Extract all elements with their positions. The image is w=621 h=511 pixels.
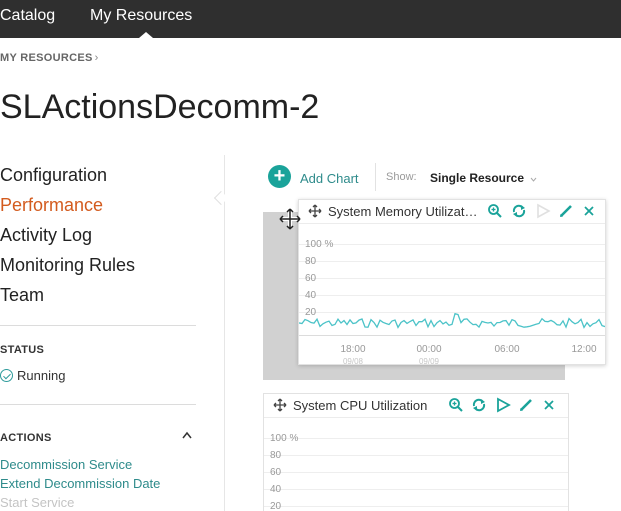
y-tick-label: 100 % — [270, 433, 299, 444]
y-tick-label: 60 — [270, 467, 282, 478]
play-icon[interactable] — [495, 397, 511, 413]
sidebar-item-activity-log[interactable]: Activity Log — [0, 220, 135, 250]
x-tick-label: 00:00 — [416, 344, 442, 355]
gridline — [264, 489, 568, 490]
sidebar-nav: Configuration Performance Activity Log M… — [0, 160, 135, 310]
status-badge: Running — [0, 368, 65, 383]
toolbar-divider — [375, 163, 376, 191]
gridline — [264, 506, 568, 507]
move-icon[interactable] — [308, 204, 322, 218]
y-tick-label: 80 — [305, 256, 317, 267]
x-tick-sublabel: 09/08 — [342, 357, 364, 366]
gridline — [299, 244, 605, 245]
gridline — [299, 295, 605, 296]
y-tick-label: 20 — [270, 501, 282, 511]
gridline — [264, 438, 568, 439]
chart-header: System Memory Utilization — [299, 200, 605, 224]
edit-icon[interactable] — [518, 397, 534, 413]
chart-title[interactable]: System CPU Utilization — [293, 398, 427, 413]
chart-panel-memory[interactable]: System Memory Utilization 100 % 80 60 40… — [298, 199, 606, 366]
show-select-value: Single Resource — [430, 171, 525, 185]
start-service-link: Start Service — [0, 495, 75, 510]
show-select[interactable]: Single Resource — [430, 171, 537, 185]
page-title: SLActionsDecomm-2 — [0, 88, 320, 126]
sidebar-item-monitoring-rules[interactable]: Monitoring Rules — [0, 250, 135, 280]
nav-catalog[interactable]: Catalog — [0, 7, 55, 25]
refresh-icon[interactable] — [511, 203, 527, 219]
x-tick-label: 18:00 — [340, 344, 366, 355]
actions-heading: ACTIONS — [0, 432, 52, 444]
plus-circle-icon: + — [268, 165, 291, 188]
y-tick-label: 40 — [270, 484, 282, 495]
play-icon[interactable] — [535, 203, 551, 219]
move-icon[interactable] — [273, 398, 287, 412]
check-circle-icon — [0, 369, 13, 382]
sidebar-item-configuration[interactable]: Configuration — [0, 160, 135, 190]
close-icon[interactable] — [581, 203, 597, 219]
x-tick-sublabel: 09/09 — [418, 357, 440, 366]
y-tick-label: 80 — [270, 450, 282, 461]
x-tick-label: 06:00 — [494, 344, 520, 355]
active-tab-indicator — [139, 32, 153, 38]
chart-title[interactable]: System Memory Utilization — [328, 204, 480, 219]
status-value: Running — [17, 368, 66, 383]
chart-header: System CPU Utilization — [264, 394, 568, 418]
y-tick-label: 60 — [305, 273, 317, 284]
divider — [0, 325, 196, 326]
nav-my-resources[interactable]: My Resources — [90, 7, 192, 25]
top-nav-bar: Catalog My Resources — [0, 0, 621, 38]
decommission-service-link[interactable]: Decommission Service — [0, 457, 132, 472]
chevron-right-icon: › — [94, 52, 99, 64]
memory-series-line — [299, 312, 605, 329]
x-tick-label: 12:00 — [571, 344, 597, 355]
x-axis — [299, 335, 605, 336]
chevron-down-icon — [530, 177, 537, 182]
sidebar-item-team[interactable]: Team — [0, 280, 135, 310]
content-separator — [224, 155, 225, 511]
show-label: Show: — [386, 171, 417, 183]
chevron-up-icon[interactable] — [182, 431, 192, 439]
refresh-icon[interactable] — [471, 397, 487, 413]
sidebar-item-performance[interactable]: Performance — [0, 190, 135, 220]
divider — [0, 404, 196, 405]
edit-icon[interactable] — [558, 203, 574, 219]
add-chart-label: Add Chart — [300, 171, 359, 186]
y-tick-label: 40 — [305, 290, 317, 301]
add-chart-button[interactable]: + Add Chart — [268, 165, 359, 188]
y-tick-label: 100 % — [305, 239, 334, 250]
chart-panel-cpu: System CPU Utilization 100 % 80 60 40 20 — [263, 393, 569, 511]
status-heading: STATUS — [0, 344, 45, 356]
extend-decommission-date-link[interactable]: Extend Decommission Date — [0, 476, 160, 491]
zoom-icon[interactable] — [448, 397, 464, 413]
gridline — [264, 472, 568, 473]
gridline — [264, 455, 568, 456]
close-icon[interactable] — [541, 397, 557, 413]
breadcrumb[interactable]: MY RESOURCES › — [0, 52, 99, 64]
active-section-pointer — [213, 190, 229, 206]
breadcrumb-my-resources[interactable]: MY RESOURCES — [0, 52, 93, 64]
gridline — [299, 278, 605, 279]
gridline — [299, 261, 605, 262]
zoom-icon[interactable] — [487, 203, 503, 219]
